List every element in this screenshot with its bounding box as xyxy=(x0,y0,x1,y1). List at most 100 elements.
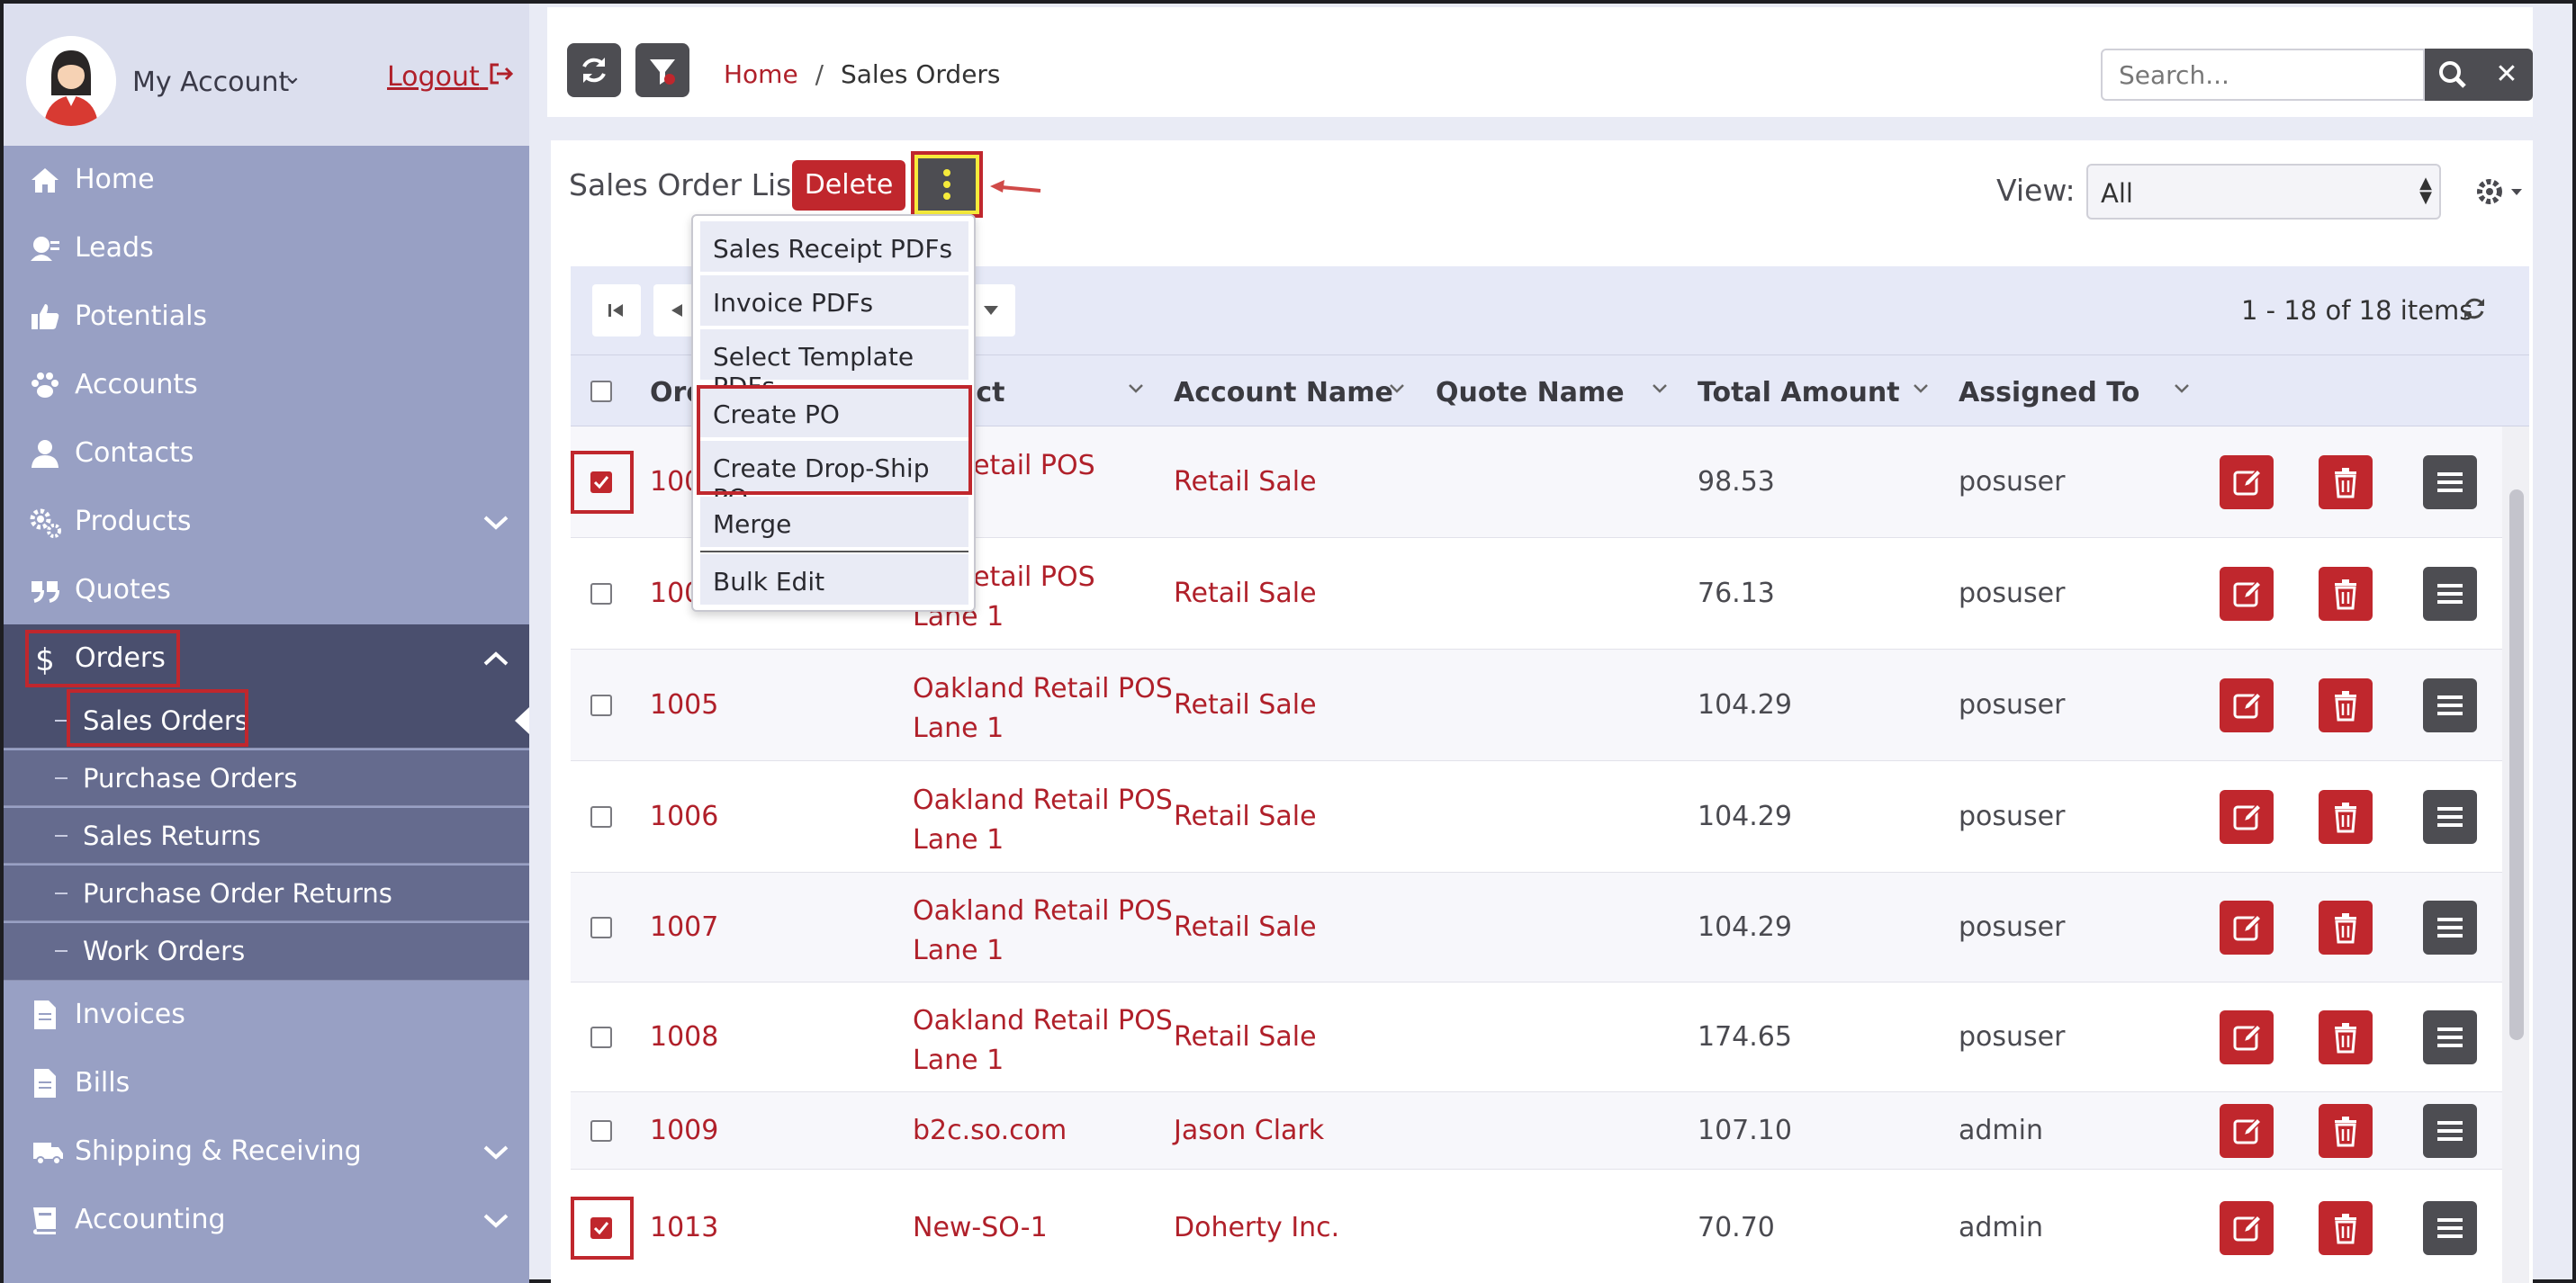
sidebar-sub-purchase-orders[interactable]: Purchase Orders xyxy=(4,750,529,806)
delete-row-button[interactable] xyxy=(2319,678,2373,732)
chevron-down-icon[interactable] xyxy=(482,1209,509,1231)
edit-button[interactable] xyxy=(2220,1104,2274,1158)
column-menu-icon[interactable] xyxy=(1912,382,1930,395)
sidebar-item-bills[interactable]: Bills xyxy=(4,1051,529,1116)
account-name-link[interactable]: Retail Sale xyxy=(1174,578,1317,609)
logout-link[interactable]: Logout xyxy=(387,61,515,93)
column-menu-icon[interactable] xyxy=(1388,382,1406,395)
row-menu-button[interactable] xyxy=(2423,678,2477,732)
clear-search-button[interactable]: ✕ xyxy=(2481,49,2533,101)
menu-item-merge[interactable]: Merge xyxy=(700,497,968,547)
subject-link[interactable]: Oakland Retail POS Lane 1 xyxy=(913,1001,1173,1081)
sidebar-sub-work-orders[interactable]: Work Orders xyxy=(4,923,529,981)
account-name-link[interactable]: Doherty Inc. xyxy=(1174,1212,1339,1243)
column-menu-icon[interactable] xyxy=(2173,382,2191,395)
menu-item-bulk-edit[interactable]: Bulk Edit xyxy=(700,554,968,605)
account-name-link[interactable]: Retail Sale xyxy=(1174,466,1317,498)
row-checkbox[interactable] xyxy=(590,1217,612,1239)
subject-link[interactable]: New-SO-1 xyxy=(913,1212,1048,1243)
sidebar-item-accounting[interactable]: Accounting xyxy=(4,1188,529,1252)
edit-button[interactable] xyxy=(2220,1201,2274,1255)
subject-link[interactable]: b2c.so.com xyxy=(913,1115,1067,1146)
edit-button[interactable] xyxy=(2220,901,2274,955)
column-header-quote-name[interactable]: Quote Name xyxy=(1436,377,1625,408)
row-checkbox[interactable] xyxy=(590,583,612,605)
sidebar-sub-purchase-order-returns[interactable]: Purchase Order Returns xyxy=(4,866,529,921)
settings-gear-icon[interactable] xyxy=(2472,176,2526,207)
breadcrumb-home-link[interactable]: Home xyxy=(724,59,798,89)
row-checkbox[interactable] xyxy=(590,1120,612,1142)
more-actions-button[interactable] xyxy=(911,151,983,218)
edit-button[interactable] xyxy=(2220,455,2274,509)
delete-row-button[interactable] xyxy=(2319,567,2373,621)
sidebar-item-home[interactable]: Home xyxy=(4,148,529,212)
order-number-link[interactable]: 1007 xyxy=(650,911,718,943)
row-checkbox[interactable] xyxy=(590,806,612,828)
sidebar-sub-sales-returns[interactable]: Sales Returns xyxy=(4,808,529,864)
grid-refresh-icon[interactable] xyxy=(2459,293,2490,324)
column-menu-icon[interactable] xyxy=(1651,382,1669,395)
account-name-link[interactable]: Jason Clark xyxy=(1174,1115,1324,1146)
chevron-up-icon[interactable] xyxy=(482,648,509,669)
account-name-link[interactable]: Retail Sale xyxy=(1174,689,1317,721)
menu-item-sales-receipt-pdfs[interactable]: Sales Receipt PDFs xyxy=(700,221,968,272)
order-number-link[interactable]: 1006 xyxy=(650,801,718,832)
edit-button[interactable] xyxy=(2220,790,2274,844)
refresh-button[interactable] xyxy=(567,43,621,97)
account-name-link[interactable]: Retail Sale xyxy=(1174,801,1317,832)
account-name-link[interactable]: Retail Sale xyxy=(1174,1021,1317,1053)
row-menu-button[interactable] xyxy=(2423,567,2477,621)
order-number-link[interactable]: 1008 xyxy=(650,1021,718,1053)
avatar[interactable] xyxy=(26,36,116,126)
row-menu-button[interactable] xyxy=(2423,455,2477,509)
edit-button[interactable] xyxy=(2220,1010,2274,1064)
row-checkbox[interactable] xyxy=(590,917,612,938)
row-checkbox[interactable] xyxy=(590,1027,612,1048)
menu-item-select-template-pdfs[interactable]: Select Template PDFs xyxy=(700,329,968,401)
account-name-link[interactable]: Retail Sale xyxy=(1174,911,1317,943)
search-input[interactable] xyxy=(2101,49,2425,101)
edit-button[interactable] xyxy=(2220,567,2274,621)
sidebar-item-leads[interactable]: Leads xyxy=(4,216,529,281)
delete-row-button[interactable] xyxy=(2319,1104,2373,1158)
subject-link[interactable]: Oakland Retail POS Lane 1 xyxy=(913,892,1173,971)
delete-row-button[interactable] xyxy=(2319,790,2373,844)
my-account-label[interactable]: My Account xyxy=(132,67,289,98)
delete-row-button[interactable] xyxy=(2319,901,2373,955)
row-menu-button[interactable] xyxy=(2423,790,2477,844)
menu-item-invoice-pdfs[interactable]: Invoice PDFs xyxy=(700,275,968,326)
subject-link[interactable]: Oakland Retail POS Lane 1 xyxy=(913,781,1173,860)
view-select[interactable]: All ▲ ▼ xyxy=(2086,164,2441,220)
sidebar-item-accounts[interactable]: Accounts xyxy=(4,353,529,417)
column-header-total-amount[interactable]: Total Amount xyxy=(1698,377,1900,408)
row-checkbox[interactable] xyxy=(590,695,612,716)
row-menu-button[interactable] xyxy=(2423,1010,2477,1064)
order-number-link[interactable]: 1013 xyxy=(650,1212,718,1243)
sidebar-item-invoices[interactable]: Invoices xyxy=(4,982,529,1047)
delete-row-button[interactable] xyxy=(2319,1201,2373,1255)
row-menu-button[interactable] xyxy=(2423,1104,2477,1158)
chevron-down-icon[interactable]: ⌄ xyxy=(283,63,302,90)
column-menu-icon[interactable] xyxy=(1127,382,1145,395)
sidebar-item-quotes[interactable]: Quotes xyxy=(4,558,529,623)
row-menu-button[interactable] xyxy=(2423,1201,2477,1255)
edit-button[interactable] xyxy=(2220,678,2274,732)
scrollbar-thumb[interactable] xyxy=(2509,489,2524,1040)
column-header-assigned-to[interactable]: Assigned To xyxy=(1959,377,2139,408)
sidebar-item-products[interactable]: Products xyxy=(4,489,529,554)
column-header-account-name[interactable]: Account Name xyxy=(1174,377,1393,408)
sidebar-item-potentials[interactable]: Potentials xyxy=(4,284,529,349)
delete-row-button[interactable] xyxy=(2319,1010,2373,1064)
select-all-checkbox[interactable] xyxy=(590,381,612,402)
row-menu-button[interactable] xyxy=(2423,901,2477,955)
sidebar-item-contacts[interactable]: Contacts xyxy=(4,421,529,486)
first-page-button[interactable] xyxy=(592,284,641,336)
chevron-down-icon[interactable] xyxy=(482,511,509,533)
delete-row-button[interactable] xyxy=(2319,455,2373,509)
order-number-link[interactable]: 1009 xyxy=(650,1115,718,1146)
search-button[interactable] xyxy=(2425,49,2481,101)
filter-button[interactable] xyxy=(635,43,689,97)
order-number-link[interactable]: 1005 xyxy=(650,689,718,721)
subject-link[interactable]: Oakland Retail POS Lane 1 xyxy=(913,669,1173,749)
row-checkbox[interactable] xyxy=(590,471,612,493)
